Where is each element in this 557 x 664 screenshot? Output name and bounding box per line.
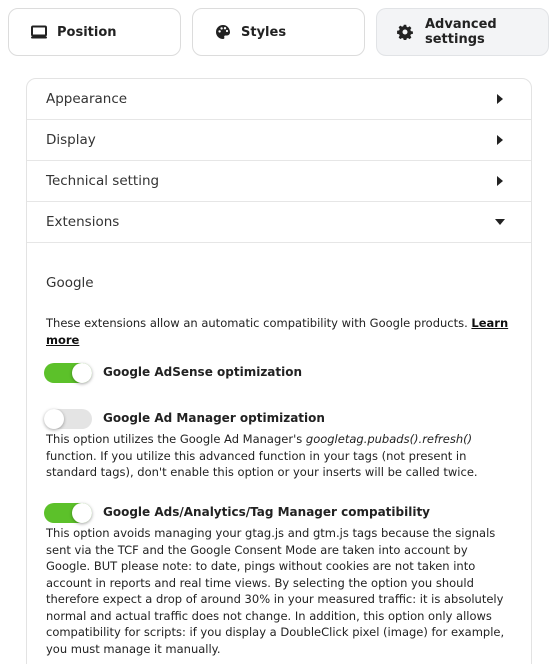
option-label: Google Ad Manager optimization [103,411,325,425]
tab-label: Position [57,24,117,40]
option-description: This option avoids managing your gtag.js… [46,526,505,656]
settings-panel: Appearance Display Technical setting Ext… [26,78,532,664]
accordion-label: Display [46,132,96,148]
caret-down-icon [495,219,505,225]
tab-position[interactable]: Position [8,8,181,56]
option-label: Google Ads/Analytics/Tag Manager compati… [103,505,431,519]
tab-label: Advanced settings [425,17,497,47]
tab-advanced-settings[interactable]: Advanced settings [376,8,549,56]
intro-text: These extensions allow an automatic comp… [46,315,516,348]
accordion-label: Extensions [46,214,120,230]
monitor-icon [31,24,47,40]
adsense-toggle[interactable] [44,363,92,383]
option-description: This option utilizes the Google Ad Manag… [46,431,514,481]
accordion-appearance[interactable]: Appearance [27,79,531,120]
desc-text: function. If you utilize this advanced f… [46,448,478,480]
caret-right-icon [497,176,503,186]
toggle-knob [44,409,64,429]
tab-label: Styles [241,24,287,40]
accordion-technical-setting[interactable]: Technical setting [27,161,531,202]
toggle-knob [72,503,92,523]
desc-code: googletag.pubads().refresh() [305,432,473,446]
accordion-label: Appearance [46,91,128,107]
toggle-knob [72,363,92,383]
accordion-extensions[interactable]: Extensions [27,202,531,243]
intro-body: These extensions allow an automatic comp… [46,316,472,330]
ads-analytics-toggle[interactable] [44,503,92,523]
tab-styles[interactable]: Styles [192,8,365,56]
gear-icon [397,24,413,41]
settings-tabs: Position Styles Advanced settings [8,8,549,56]
ad-manager-toggle[interactable] [44,409,92,429]
accordion-label: Technical setting [46,173,160,189]
accordion-display[interactable]: Display [27,120,531,161]
caret-right-icon [497,135,503,145]
section-title: Google [46,275,94,291]
caret-right-icon [497,94,503,104]
option-label: Google AdSense optimization [103,365,303,379]
desc-text: This option utilizes the Google Ad Manag… [46,432,306,446]
palette-icon [215,24,231,40]
